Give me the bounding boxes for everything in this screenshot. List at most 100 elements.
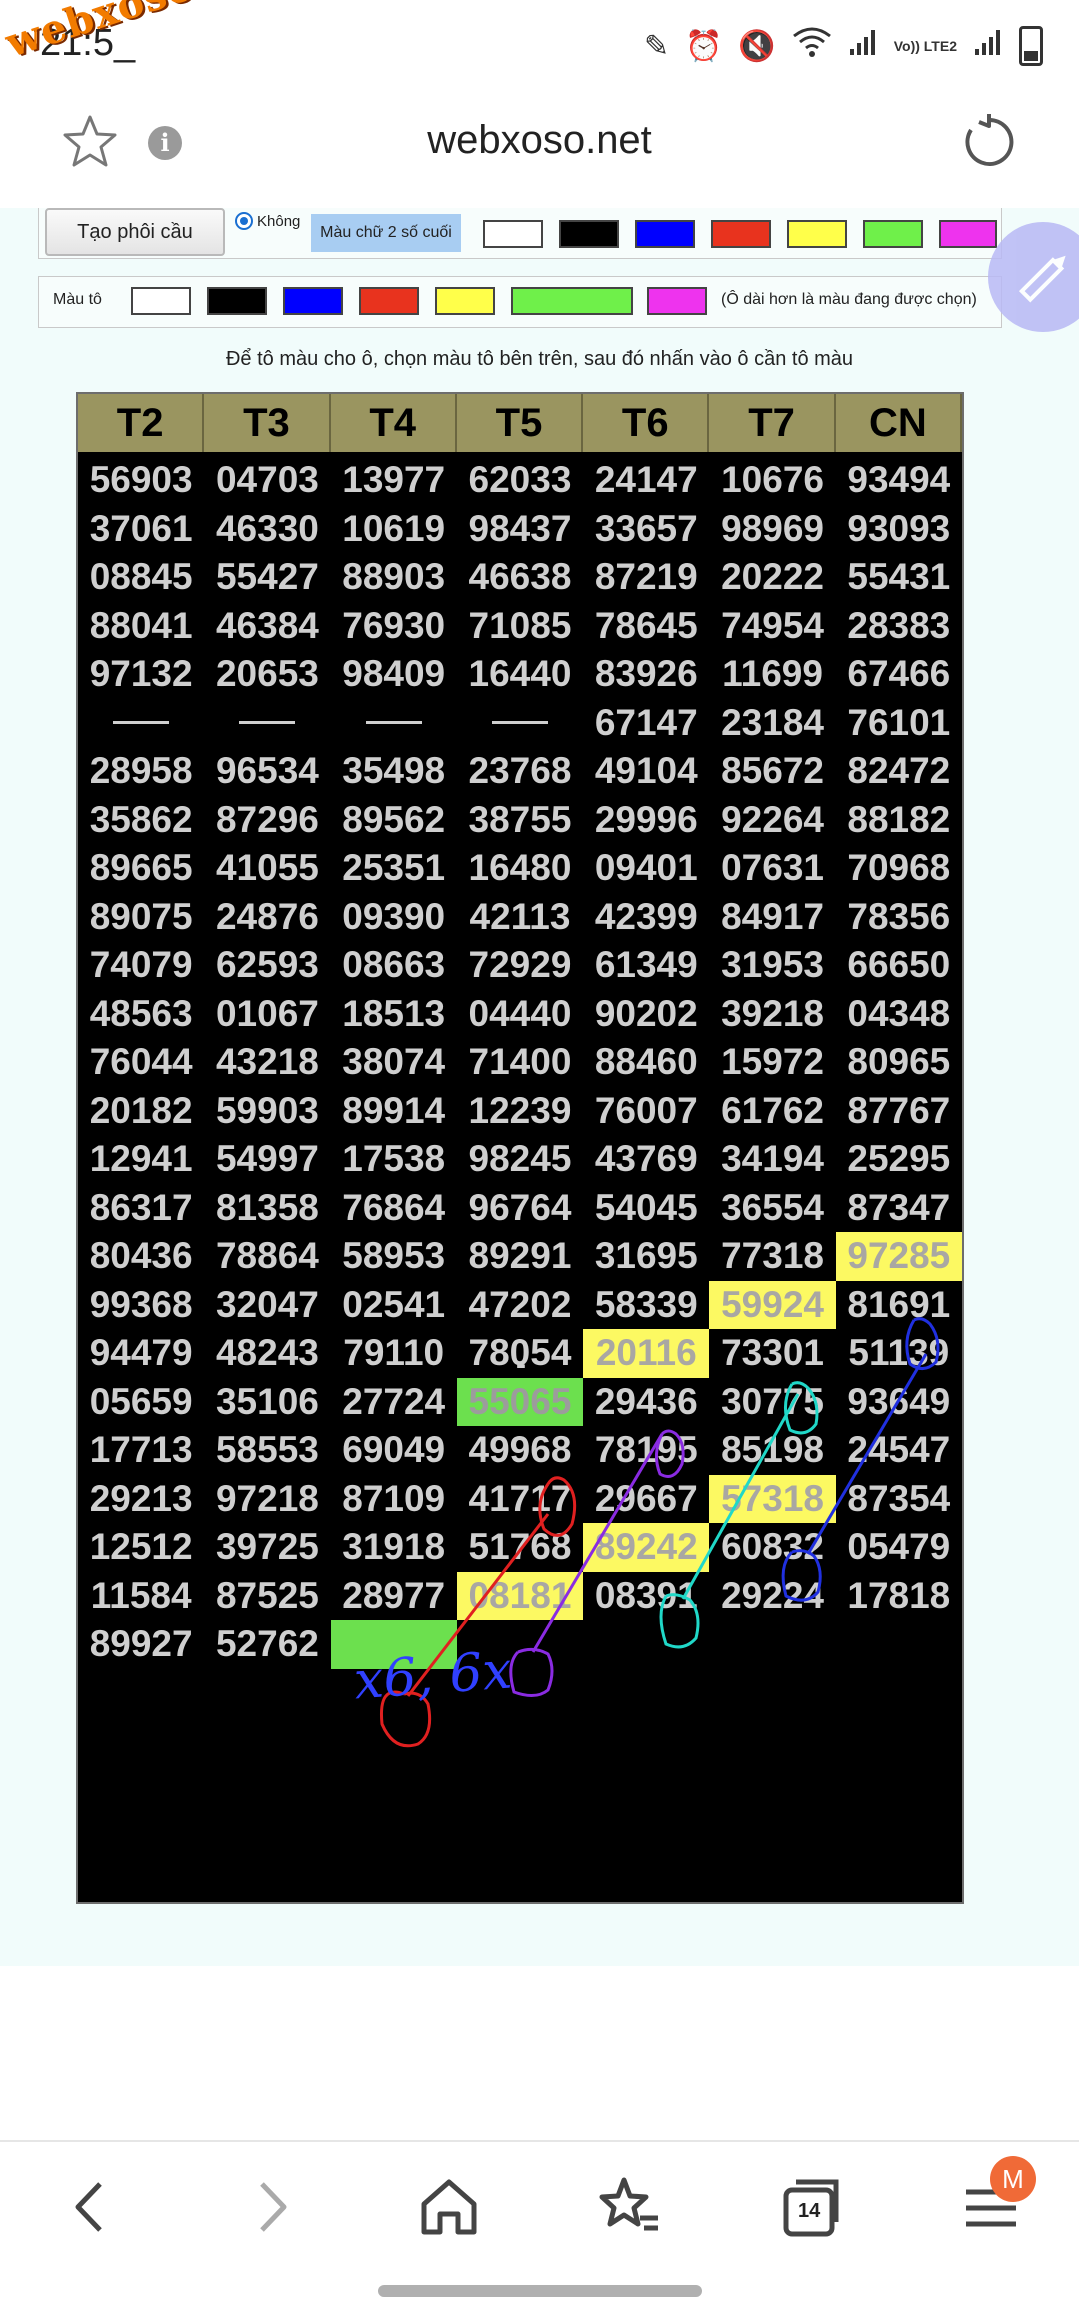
result-cell[interactable]: 16480	[457, 844, 583, 893]
result-cell[interactable]: 02541	[331, 1281, 457, 1330]
result-cell[interactable]: 51768	[457, 1523, 583, 1572]
result-cell[interactable]: 41717	[457, 1475, 583, 1524]
result-cell[interactable]: 01067	[204, 990, 330, 1039]
result-cell[interactable]: 09401	[583, 844, 709, 893]
result-cell[interactable]: 38755	[457, 796, 583, 845]
paint-color-green-selected[interactable]	[511, 287, 633, 315]
result-cell[interactable]: 66650	[836, 941, 962, 990]
result-cell[interactable]: 55065	[456, 1377, 584, 1426]
result-cell[interactable]: 98969	[709, 505, 835, 554]
result-cell[interactable]: 09390	[331, 893, 457, 942]
result-cell[interactable]: 85198	[709, 1426, 835, 1475]
result-cell[interactable]: 96534	[204, 747, 330, 796]
radio-none[interactable]: Không	[235, 212, 300, 230]
result-cell[interactable]: 34194	[709, 1135, 835, 1184]
result-cell[interactable]: 48563	[78, 990, 204, 1039]
result-cell[interactable]: 92264	[709, 796, 835, 845]
result-cell[interactable]: 29224	[709, 1572, 835, 1621]
result-cell[interactable]: 58953	[331, 1232, 457, 1281]
result-cell[interactable]: 39725	[204, 1523, 330, 1572]
result-cell[interactable]: 10619	[331, 505, 457, 554]
result-cell[interactable]: 81358	[204, 1184, 330, 1233]
result-cell[interactable]: 62593	[204, 941, 330, 990]
result-cell[interactable]: 84917	[709, 893, 835, 942]
result-cell[interactable]: 46638	[457, 553, 583, 602]
paint-color-black[interactable]	[207, 287, 267, 315]
result-cell[interactable]: 89562	[331, 796, 457, 845]
text-color-red[interactable]	[711, 220, 771, 248]
result-cell[interactable]: 80965	[836, 1038, 962, 1087]
result-cell[interactable]: 35862	[78, 796, 204, 845]
result-cell[interactable]: 61349	[583, 941, 709, 990]
result-cell[interactable]: 99368	[78, 1281, 204, 1330]
result-cell[interactable]: 27724	[331, 1378, 457, 1427]
result-cell[interactable]: 60832	[709, 1523, 835, 1572]
result-cell[interactable]: 78195	[583, 1426, 709, 1475]
result-cell[interactable]: 72929	[457, 941, 583, 990]
result-cell[interactable]: 87219	[583, 553, 709, 602]
result-cell[interactable]: 13977	[331, 456, 457, 505]
result-cell[interactable]: 32047	[204, 1281, 330, 1330]
result-cell[interactable]: 70968	[836, 844, 962, 893]
result-cell[interactable]: 78356	[836, 893, 962, 942]
result-cell[interactable]: 88041	[78, 602, 204, 651]
text-color-blue[interactable]	[635, 220, 695, 248]
result-cell[interactable]: 28958	[78, 747, 204, 796]
result-cell[interactable]: 61762	[709, 1087, 835, 1136]
result-cell[interactable]: 87296	[204, 796, 330, 845]
result-cell[interactable]: 93093	[836, 505, 962, 554]
result-cell[interactable]	[331, 699, 457, 748]
floating-edit-button[interactable]	[988, 222, 1079, 332]
result-cell[interactable]	[78, 699, 204, 748]
result-cell[interactable]: 20222	[709, 553, 835, 602]
result-cell[interactable]: 88182	[836, 796, 962, 845]
result-cell[interactable]: 86317	[78, 1184, 204, 1233]
result-cell[interactable]: 55427	[204, 553, 330, 602]
result-cell[interactable]: 97285	[835, 1232, 962, 1281]
result-cell[interactable]: 43218	[204, 1038, 330, 1087]
paint-color-yellow[interactable]	[435, 287, 495, 315]
paint-color-blue[interactable]	[283, 287, 343, 315]
result-cell[interactable]: 54045	[583, 1184, 709, 1233]
result-cell[interactable]: 20116	[583, 1329, 710, 1378]
result-cell[interactable]: 15972	[709, 1038, 835, 1087]
result-cell[interactable]: 98409	[331, 650, 457, 699]
result-cell[interactable]: 62033	[457, 456, 583, 505]
result-cell[interactable]: 29667	[583, 1475, 709, 1524]
result-cell[interactable]: 35498	[331, 747, 457, 796]
result-cell[interactable]	[204, 699, 330, 748]
result-cell[interactable]: 30775	[709, 1378, 835, 1427]
result-cell[interactable]: 89914	[331, 1087, 457, 1136]
result-cell[interactable]: 56903	[78, 456, 204, 505]
result-cell[interactable]: 29213	[78, 1475, 204, 1524]
result-cell[interactable]: 80436	[78, 1232, 204, 1281]
result-cell[interactable]: 67147	[583, 699, 709, 748]
result-cell[interactable]: 25351	[331, 844, 457, 893]
result-cell[interactable]: 58553	[204, 1426, 330, 1475]
result-cell[interactable]: 97218	[204, 1475, 330, 1524]
paint-color-white[interactable]	[131, 287, 191, 315]
result-cell[interactable]: 33657	[583, 505, 709, 554]
result-cell[interactable]: 17818	[836, 1572, 962, 1621]
result-cell[interactable]: 31695	[583, 1232, 709, 1281]
result-cell[interactable]: 12941	[78, 1135, 204, 1184]
result-cell[interactable]: 79110	[331, 1329, 457, 1378]
reload-icon[interactable]	[959, 112, 1019, 172]
result-cell[interactable]: 46330	[204, 505, 330, 554]
result-cell[interactable]: 82472	[836, 747, 962, 796]
result-cell[interactable]: 76930	[331, 602, 457, 651]
result-cell[interactable]: 08845	[78, 553, 204, 602]
result-cell[interactable]	[709, 1620, 835, 1669]
result-cell[interactable]: 54997	[204, 1135, 330, 1184]
result-cell[interactable]: 94479	[78, 1329, 204, 1378]
result-cell[interactable]: 76864	[331, 1184, 457, 1233]
result-cell[interactable]: 89242	[583, 1523, 710, 1572]
result-cell[interactable]: 20182	[78, 1087, 204, 1136]
result-cell[interactable]: 29996	[583, 796, 709, 845]
result-cell[interactable]: 57318	[709, 1474, 836, 1523]
result-cell[interactable]: 04440	[457, 990, 583, 1039]
result-cell[interactable]: 38074	[331, 1038, 457, 1087]
result-cell[interactable]	[836, 1620, 962, 1669]
bookmarks-button[interactable]	[594, 2172, 664, 2242]
result-cell[interactable]: 77318	[709, 1232, 835, 1281]
